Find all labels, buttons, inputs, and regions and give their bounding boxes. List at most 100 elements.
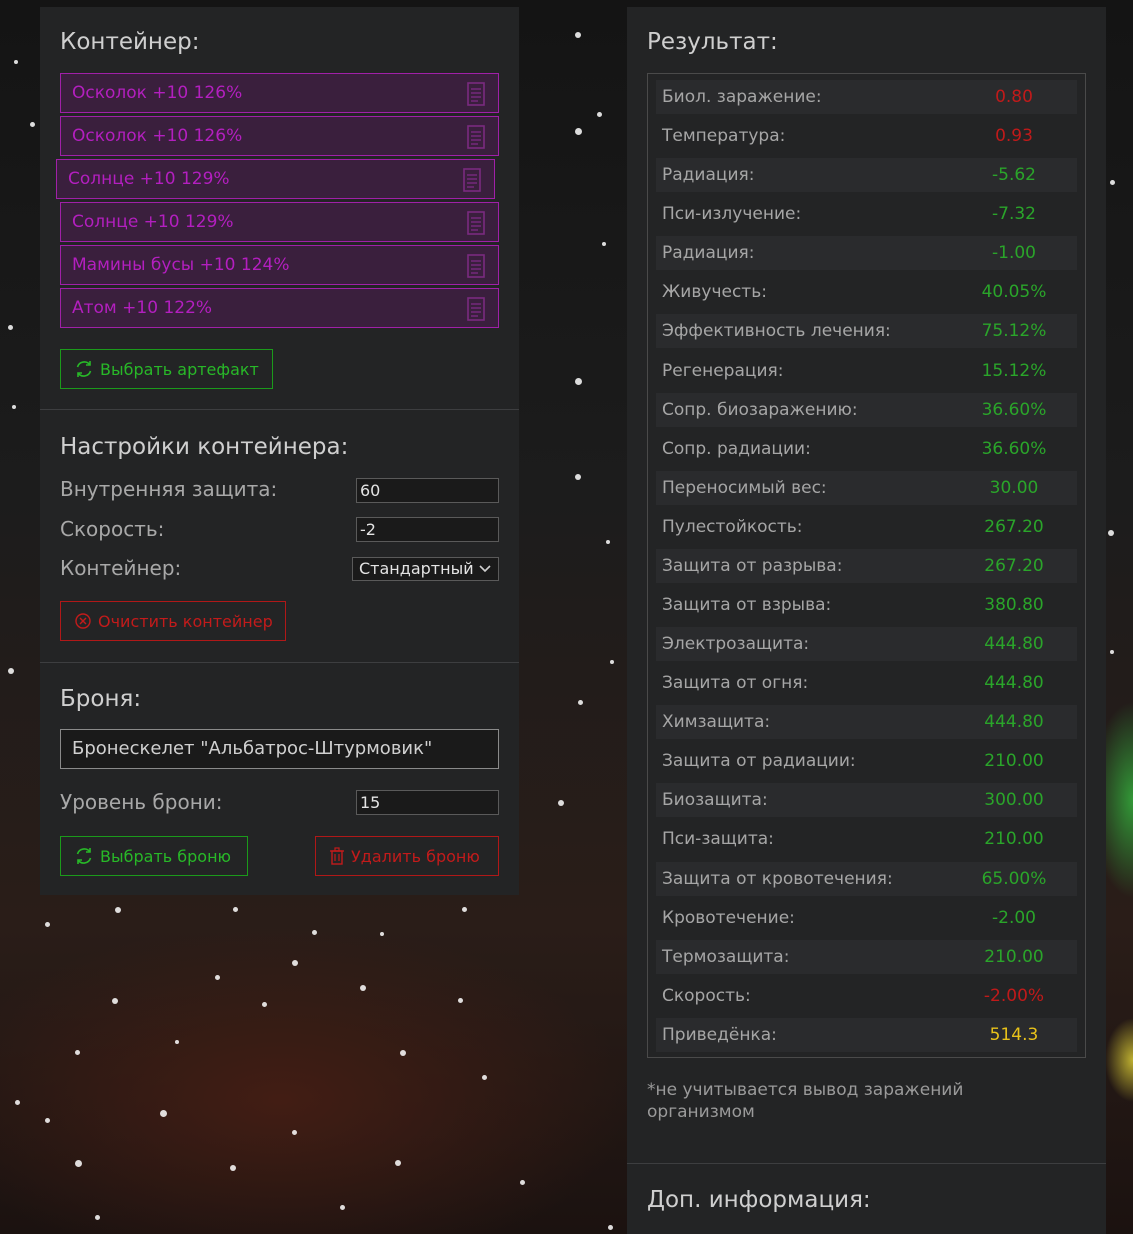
document-icon[interactable] <box>466 125 486 149</box>
stat-row: Регенерация: 15.12% <box>656 354 1077 388</box>
document-icon[interactable] <box>466 254 486 278</box>
stat-name: Защита от огня: <box>662 673 809 693</box>
stat-row: Пулестойкость: 267.20 <box>656 510 1077 544</box>
choose-artifact-button[interactable]: Выбрать артефакт <box>60 349 273 389</box>
stat-row: Защита от радиации: 210.00 <box>656 744 1077 778</box>
artifact-slot-5[interactable]: Мамины бусы +10 124% <box>60 245 499 285</box>
choose-artifact-label: Выбрать артефакт <box>100 359 259 379</box>
internal-protection-input[interactable]: 60 <box>356 478 499 503</box>
settings-title: Настройки контейнера: <box>60 434 349 460</box>
stat-value: 40.05% <box>981 282 1047 302</box>
stat-name: Температура: <box>662 126 786 146</box>
artifact-slot-2[interactable]: Осколок +10 126% <box>60 116 499 156</box>
container-type-value: Стандартный <box>359 559 474 578</box>
stat-row: Живучесть: 40.05% <box>656 275 1077 309</box>
artifact-label: Осколок +10 126% <box>72 126 243 146</box>
stat-value: 210.00 <box>984 947 1044 967</box>
container-panel: Контейнер: Осколок +10 126% Осколок +10 … <box>40 7 519 895</box>
artifact-label: Осколок +10 126% <box>72 83 243 103</box>
stat-row: Радиация: -5.62 <box>656 158 1077 192</box>
choose-armor-button[interactable]: Выбрать броню <box>60 836 248 876</box>
stat-name: Пси-защита: <box>662 829 774 849</box>
delete-armor-label: Удалить броню <box>351 846 480 866</box>
stat-value: 0.93 <box>995 126 1033 146</box>
footnote: *не учитывается вывод заражений организм… <box>647 1080 964 1122</box>
extra-info-title: Доп. информация: <box>647 1187 871 1213</box>
stat-name: Эффективность лечения: <box>662 321 891 341</box>
armor-title: Броня: <box>60 686 142 712</box>
stat-name: Радиация: <box>662 243 755 263</box>
stat-name: Живучесть: <box>662 282 767 302</box>
artifact-label: Мамины бусы +10 124% <box>72 255 290 275</box>
stat-value: 15.12% <box>981 361 1047 381</box>
stat-name: Электрозащита: <box>662 634 810 654</box>
stat-row: Приведёнка: 514.3 <box>656 1018 1077 1052</box>
stat-value: 444.80 <box>984 712 1044 732</box>
stat-name: Защита от взрыва: <box>662 595 832 615</box>
stat-row: Химзащита: 444.80 <box>656 705 1077 739</box>
stat-value: -1.00 <box>992 243 1036 263</box>
stat-row: Эффективность лечения: 75.12% <box>656 314 1077 348</box>
stat-name: Защита от кровотечения: <box>662 869 893 889</box>
stat-value: 267.20 <box>984 517 1044 537</box>
document-icon[interactable] <box>466 211 486 235</box>
result-panel: Результат: Биол. заражение: 0.80 Температ… <box>627 7 1106 1234</box>
stat-value: 300.00 <box>984 790 1044 810</box>
stat-row: Переносимый вес: 30.00 <box>656 471 1077 505</box>
stat-value: 30.00 <box>989 478 1039 498</box>
stat-name: Переносимый вес: <box>662 478 827 498</box>
divider <box>627 1163 1106 1164</box>
armor-level-label: Уровень брони: <box>60 790 223 814</box>
stat-name: Пси-излучение: <box>662 204 802 224</box>
chevron-down-icon <box>479 565 491 573</box>
stat-value: 0.80 <box>995 87 1033 107</box>
clear-container-button[interactable]: Очистить контейнер <box>60 601 286 641</box>
stat-row: Защита от огня: 444.80 <box>656 666 1077 700</box>
armor-level-input[interactable]: 15 <box>356 790 499 815</box>
stat-row: Биозащита: 300.00 <box>656 783 1077 817</box>
stat-value: -2.00% <box>983 986 1045 1006</box>
stat-row: Пси-защита: 210.00 <box>656 822 1077 856</box>
internal-protection-label: Внутренняя защита: <box>60 477 278 501</box>
stat-value: 514.3 <box>989 1025 1039 1045</box>
stat-value: -7.32 <box>992 204 1036 224</box>
artifact-slot-1[interactable]: Осколок +10 126% <box>60 73 499 113</box>
document-icon[interactable] <box>466 297 486 321</box>
artifact-label: Атом +10 122% <box>72 298 213 318</box>
artifact-slot-3[interactable]: Солнце +10 129% <box>56 159 495 199</box>
stat-row: Электрозащита: 444.80 <box>656 627 1077 661</box>
stat-value: -2.00 <box>992 908 1036 928</box>
stat-row: Биол. заражение: 0.80 <box>656 80 1077 114</box>
stat-name: Сопр. радиации: <box>662 439 811 459</box>
armor-name-field[interactable]: Бронескелет "Альбатрос-Штурмовик" <box>60 729 499 769</box>
stat-name: Кровотечение: <box>662 908 795 928</box>
artifact-slot-6[interactable]: Атом +10 122% <box>60 288 499 328</box>
refresh-icon <box>76 361 92 377</box>
stat-row: Температура: 0.93 <box>656 119 1077 153</box>
document-icon[interactable] <box>462 168 482 192</box>
delete-armor-button[interactable]: Удалить броню <box>315 836 499 876</box>
stat-value: -5.62 <box>992 165 1036 185</box>
container-type-select[interactable]: Стандартный <box>352 557 499 581</box>
stat-row: Защита от взрыва: 380.80 <box>656 588 1077 622</box>
stat-row: Скорость: -2.00% <box>656 979 1077 1013</box>
stat-value: 210.00 <box>984 751 1044 771</box>
stat-value: 444.80 <box>984 634 1044 654</box>
document-icon[interactable] <box>466 82 486 106</box>
artifact-label: Солнце +10 129% <box>68 169 230 189</box>
stat-value: 444.80 <box>984 673 1044 693</box>
artifact-slot-4[interactable]: Солнце +10 129% <box>60 202 499 242</box>
stat-name: Защита от радиации: <box>662 751 856 771</box>
speed-input[interactable]: -2 <box>356 517 499 542</box>
stat-name: Скорость: <box>662 986 751 1006</box>
divider <box>40 662 519 663</box>
stat-name: Защита от разрыва: <box>662 556 843 576</box>
stat-name: Химзащита: <box>662 712 771 732</box>
divider <box>40 409 519 410</box>
stat-row: Термозащита: 210.00 <box>656 940 1077 974</box>
stat-value: 267.20 <box>984 556 1044 576</box>
stat-row: Пси-излучение: -7.32 <box>656 197 1077 231</box>
stat-row: Защита от разрыва: 267.20 <box>656 549 1077 583</box>
result-title: Результат: <box>647 29 778 55</box>
artifact-label: Солнце +10 129% <box>72 212 234 232</box>
